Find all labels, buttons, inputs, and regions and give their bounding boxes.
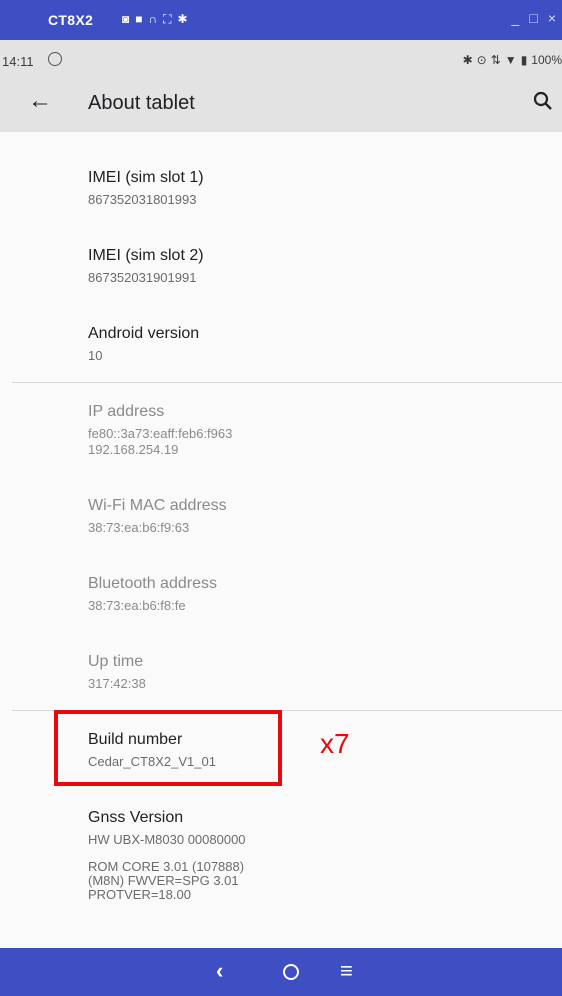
nav-home-button[interactable] <box>283 964 299 980</box>
status-icons: ✱ ⊙ ⇅ ▼ ▮ 100% <box>463 53 562 67</box>
highlight-box <box>54 710 282 786</box>
list-item-imei-2[interactable]: IMEI (sim slot 2) 867352031901991 <box>88 246 204 286</box>
item-title: Bluetooth address <box>88 575 217 592</box>
battery-level: 100% <box>531 53 562 67</box>
back-arrow-icon[interactable]: ← <box>28 87 52 115</box>
item-value: fe80::3a73:eaff:feb6:f963 192.168.254.19 <box>88 426 233 457</box>
item-title: Android version <box>88 325 200 342</box>
data-arrows-icon: ⇅ <box>490 53 501 67</box>
close-button[interactable]: × <box>548 10 556 26</box>
vibrate-icon: ⊙ <box>476 53 487 67</box>
camera-icon[interactable]: ◙ <box>122 12 129 26</box>
tap-count-annotation: x7 <box>320 728 350 759</box>
fullscreen-icon[interactable]: ⛶ <box>163 12 171 26</box>
wifi-icon: ▼ <box>504 53 517 67</box>
list-item-up-time[interactable]: Up time 317:42:38 <box>88 652 146 692</box>
list-item-wifi-mac[interactable]: Wi-Fi MAC address 38:73:ea:b6:f9:63 <box>88 496 227 536</box>
item-value: 867352031801993 <box>88 192 197 207</box>
window-title: CT8X2 <box>48 12 94 28</box>
status-bar: 14:11 ✱ ⊙ ⇅ ▼ ▮ 100% <box>0 40 562 76</box>
battery-icon: ▮ <box>520 53 528 67</box>
item-title: IP address <box>88 403 165 420</box>
minimize-button[interactable]: _ <box>512 10 520 26</box>
page-title: About tablet <box>88 92 195 114</box>
window-titlebar: CT8X2 ◙ ■ ∩ ⛶ ✱ _ □ × <box>0 0 562 40</box>
headphones-icon[interactable]: ∩ <box>149 12 158 26</box>
status-time: 14:11 <box>2 54 34 69</box>
item-title: Gnss Version <box>88 809 184 826</box>
item-title: IMEI (sim slot 2) <box>88 247 204 264</box>
list-item-gnss-version[interactable]: Gnss Version HW UBX-M8030 00080000 ROM C… <box>88 808 246 902</box>
video-icon[interactable]: ■ <box>135 12 142 26</box>
item-value: 10 <box>88 348 103 363</box>
item-title: Up time <box>88 653 144 670</box>
item-value: 317:42:38 <box>88 676 146 691</box>
item-value: 867352031901991 <box>88 270 197 285</box>
app-bar: ← About tablet <box>0 76 562 132</box>
sync-icon <box>48 52 62 66</box>
settings-list <box>0 132 562 948</box>
list-item-ip-address[interactable]: IP address fe80::3a73:eaff:feb6:f963 192… <box>88 402 232 458</box>
item-value: HW UBX-M8030 00080000 <box>88 832 246 847</box>
item-value: 38:73:ea:b6:f8:fe <box>88 598 186 613</box>
nav-menu-button[interactable]: ≡ <box>340 958 353 984</box>
list-item-android-version[interactable]: Android version 10 <box>88 324 199 364</box>
divider <box>12 382 562 383</box>
nav-back-button[interactable]: ‹ <box>216 958 223 984</box>
search-icon[interactable] <box>532 90 554 114</box>
item-title: Wi-Fi MAC address <box>88 497 227 514</box>
navigation-bar: ‹ ≡ <box>0 948 562 996</box>
maximize-button[interactable]: □ <box>529 10 537 26</box>
gear-icon[interactable]: ✱ <box>178 12 188 26</box>
titlebar-icons: ◙ ■ ∩ ⛶ ✱ <box>122 12 188 26</box>
bluetooth-icon: ✱ <box>462 53 473 67</box>
item-value: 38:73:ea:b6:f9:63 <box>88 520 190 535</box>
list-item-bluetooth-address[interactable]: Bluetooth address 38:73:ea:b6:f8:fe <box>88 574 217 614</box>
window-controls: _ □ × <box>512 10 556 26</box>
gnss-details: ROM CORE 3.01 (107888) (M8N) FWVER=SPG 3… <box>88 859 245 902</box>
item-title: IMEI (sim slot 1) <box>88 169 204 186</box>
list-item-imei-1[interactable]: IMEI (sim slot 1) 867352031801993 <box>88 168 204 208</box>
